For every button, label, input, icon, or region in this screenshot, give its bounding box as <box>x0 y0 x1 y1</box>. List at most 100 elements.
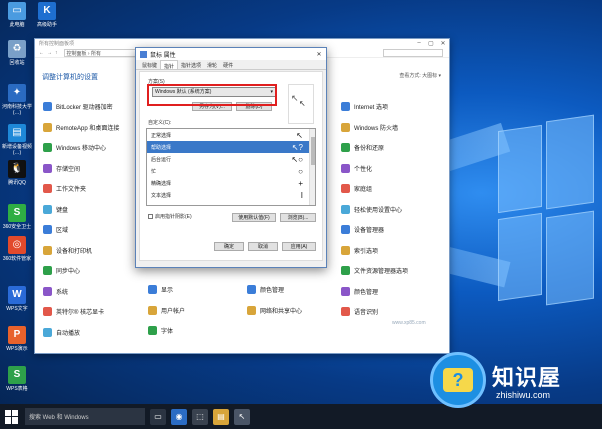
cp-item-right[interactable]: 索引选项 <box>341 245 378 255</box>
cp-item-left[interactable]: 系统 <box>43 286 69 296</box>
cp-item-icon <box>148 285 157 294</box>
shadow-checkbox[interactable]: 启用指针阴影(E) <box>148 213 192 220</box>
apply-button[interactable]: 应用(A) <box>282 242 316 251</box>
cp-item-icon <box>43 286 52 296</box>
tab-1[interactable]: 指针 <box>160 60 179 70</box>
cp-item-right[interactable]: 备份和还原 <box>341 143 384 152</box>
tab-2[interactable]: 指针选项 <box>178 60 204 69</box>
cp-item-label: 系统 <box>56 289 69 296</box>
scrollbar[interactable] <box>309 129 315 205</box>
task-view-icon[interactable]: ▭ <box>150 408 166 425</box>
desktop-icon-qq[interactable]: 🐧 腾讯QQ <box>2 160 32 186</box>
cursor-row[interactable]: 精确选择 + <box>147 177 315 189</box>
cp-item-icon <box>341 225 350 234</box>
cp-item-left[interactable]: Windows 移动中心 <box>43 143 106 152</box>
cp-item-right[interactable]: 颜色管理 <box>341 286 378 296</box>
cp-item-mid[interactable]: 用户帐户 <box>148 305 185 315</box>
cp-item-left[interactable]: 同步中心 <box>43 266 80 275</box>
cp-item-right[interactable]: 文件资源管理器选项 <box>341 266 408 275</box>
start-button[interactable] <box>5 409 19 424</box>
minimize-icon[interactable]: – <box>413 40 425 47</box>
desktop-icon-video[interactable]: ▤ 新增设备视频(…) <box>2 124 32 156</box>
cursor-row[interactable]: 文本选择 I <box>147 189 315 201</box>
explorer-icon[interactable]: ▤ <box>213 408 229 425</box>
browse-button[interactable]: 浏览(B)... <box>280 213 316 222</box>
maximize-icon[interactable]: ▢ <box>425 40 437 47</box>
cursor-row[interactable]: 帮助选择 ↖? <box>147 141 315 153</box>
cp-item-label: Windows 移动中心 <box>56 146 107 152</box>
cp-item-left[interactable]: BitLocker 驱动器加密 <box>43 102 113 111</box>
desktop-icon-360safe[interactable]: S 360安全卫士 <box>2 204 32 230</box>
cp-item-mid2[interactable]: 网络和共享中心 <box>247 305 302 315</box>
cp-item-left[interactable]: 工作文件夹 <box>43 184 86 193</box>
cp-item-left[interactable]: 键盘 <box>43 204 68 214</box>
cp-item-right[interactable]: 家庭组 <box>341 184 372 193</box>
desktop-icon-recycle[interactable]: ♻ 回收站 <box>2 40 32 66</box>
use-default-button[interactable]: 使用默认值(F) <box>232 213 276 222</box>
cp-item-label: 设备管理器 <box>354 228 385 234</box>
cp-item-left[interactable]: 存储空间 <box>43 163 81 173</box>
cursor-list[interactable]: 正常选择 ↖ 帮助选择 ↖? 后台运行 ↖○ 忙 ○ 精确选择 + 文本选择 I <box>146 128 316 206</box>
desktop-icon-label: 腾讯QQ <box>8 180 26 186</box>
browser-icon[interactable]: ◉ <box>171 408 187 425</box>
view-by-selector[interactable]: 查看方式: 大图标 ▾ <box>399 72 441 79</box>
tab-3[interactable]: 滑轮 <box>204 60 220 69</box>
360safe-icon: S <box>8 204 26 222</box>
cp-item-icon <box>43 163 52 173</box>
close-icon[interactable]: ✕ <box>437 40 449 47</box>
cp-item-left[interactable]: 自动播放 <box>43 327 80 337</box>
store-icon[interactable]: ⬚ <box>192 408 208 425</box>
cp-item-mid[interactable]: 显示 <box>148 285 173 294</box>
cp-item-right[interactable]: 设备管理器 <box>341 225 384 234</box>
desktop-icon-wpsw[interactable]: W WPS文字 <box>2 286 32 312</box>
cp-item-mid[interactable]: 字体 <box>148 326 173 335</box>
cp-item-right[interactable]: 轻松使用设置中心 <box>341 204 402 214</box>
cp-item-label: 存储空间 <box>56 166 81 173</box>
dialog-titlebar[interactable]: 鼠标 属性 ✕ <box>136 48 326 60</box>
cp-item-left[interactable]: 设备和打印机 <box>43 245 92 255</box>
cp-item-label: RemoteApp 和桌面连接 <box>56 125 120 132</box>
desktop-icon-kuaijian[interactable]: K 高级助手 <box>32 2 62 28</box>
tab-4[interactable]: 硬件 <box>220 60 236 69</box>
cp-item-icon <box>341 102 350 111</box>
cursor-glyph-icon: ↖? <box>291 142 303 152</box>
scrollbar-thumb[interactable] <box>311 137 315 165</box>
cursor-row[interactable]: 忙 ○ <box>147 165 315 177</box>
desktop-icon-computer[interactable]: ▭ 此电脑 <box>2 2 32 28</box>
cp-item-left[interactable]: RemoteApp 和桌面连接 <box>43 122 120 132</box>
close-icon[interactable]: ✕ <box>312 51 326 58</box>
address-field[interactable]: 控制面板 › 所有 <box>63 48 144 57</box>
cp-item-right[interactable]: 个性化 <box>341 163 372 173</box>
mouse-properties-dialog[interactable]: 鼠标 属性 ✕ 鼠标键 指针 指针选项 滑轮 硬件 方案(S) Windows 默认 (… <box>135 47 327 268</box>
cp-item-right[interactable]: 语音识别 <box>341 307 378 316</box>
up-icon[interactable]: ↑ <box>55 50 58 56</box>
desktop-icon-wpsp[interactable]: P WPS演示 <box>2 326 32 352</box>
cp-item-label: 文件资源管理器选项 <box>354 269 409 275</box>
checkbox-box[interactable] <box>148 214 153 219</box>
mouse-cursor-icon: ↖ <box>291 93 299 103</box>
search-input[interactable] <box>383 48 443 57</box>
desktop-icon-hebei[interactable]: ✦ 河南科技大学(…) <box>2 84 32 116</box>
tab-strip: 鼠标键 指针 指针选项 滑轮 硬件 <box>136 60 326 70</box>
back-icon[interactable]: ← <box>39 50 44 56</box>
desktop-icon-wpss[interactable]: S WPS表格 <box>2 366 32 392</box>
mouse-settings-icon[interactable]: ↖ <box>234 408 250 425</box>
cancel-button[interactable]: 取消 <box>248 242 278 251</box>
forward-icon[interactable]: → <box>47 50 52 56</box>
taskbar-search-input[interactable]: 搜索 Web 和 Windows <box>25 408 145 425</box>
cp-item-left[interactable]: 区域 <box>43 225 68 234</box>
cursor-name: 帮助选择 <box>151 144 172 151</box>
tab-0[interactable]: 鼠标键 <box>139 60 160 69</box>
desktop-icon-360soft[interactable]: ◎ 360软件管家 <box>2 236 32 262</box>
zhishiwu-logo: ? 知识屋 zhishiwu.com <box>430 352 602 410</box>
desktop-icon-label: 新增设备视频(…) <box>2 144 33 156</box>
360soft-icon: ◎ <box>8 236 26 254</box>
cursor-row[interactable]: 后台运行 ↖○ <box>147 153 315 165</box>
cp-item-right[interactable]: Windows 防火墙 <box>341 122 398 132</box>
cp-item-left[interactable]: 英特尔® 核芯显卡 <box>43 307 104 316</box>
cp-item-right[interactable]: Internet 选项 <box>341 102 388 111</box>
cursor-row[interactable]: 正常选择 ↖ <box>147 129 315 141</box>
ok-button[interactable]: 确定 <box>214 242 244 251</box>
cp-item-label: Internet 选项 <box>354 105 389 111</box>
cp-item-mid2[interactable]: 颜色管理 <box>247 285 284 294</box>
